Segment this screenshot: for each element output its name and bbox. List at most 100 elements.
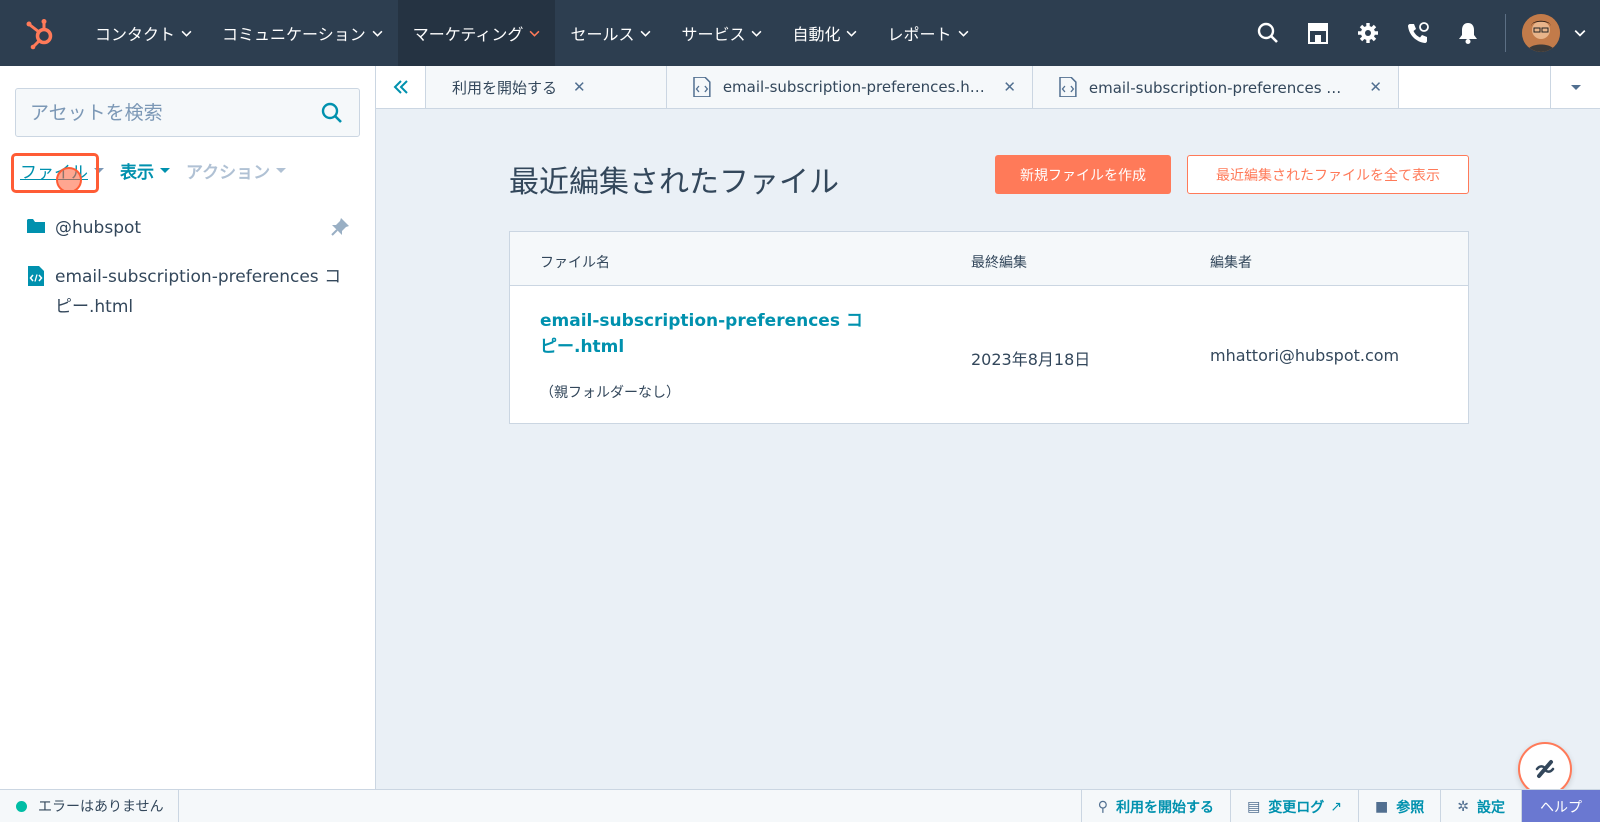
settings-link[interactable]: ✲ 設定 [1440, 790, 1521, 822]
tab-label: 利用を開始する [452, 78, 558, 97]
asset-sidebar: ファイル 表示 アクション @hubspot email-subscriptio… [0, 66, 376, 789]
create-new-file-button[interactable]: 新規ファイルを作成 [995, 155, 1171, 194]
hubspot-logo-icon[interactable] [0, 0, 80, 66]
help-widget-icon [1535, 760, 1555, 778]
tab-email-subscription-preferences[interactable]: email-subscription-preferences.ht... ✕ [667, 66, 1033, 108]
nav-item-label: サービス [681, 25, 746, 44]
help-button[interactable]: ヘルプ [1521, 790, 1600, 822]
tree-file-item[interactable]: email-subscription-preferences コピー.html [26, 262, 356, 322]
editor-email: mhattori@hubspot.com [1210, 346, 1400, 365]
reference-label: 参照 [1396, 799, 1425, 816]
external-link-icon: ↗ [1330, 798, 1343, 815]
caret-down-icon [1570, 84, 1581, 90]
view-all-recent-files-button[interactable]: 最近編集されたファイルを全て表示 [1187, 155, 1469, 194]
tab-label: email-subscription-preferences コ... [1088, 78, 1354, 97]
sidebar-toolbar: ファイル 表示 アクション [20, 158, 302, 183]
nav-item-automation[interactable]: 自動化 [777, 0, 872, 66]
column-header-file-name[interactable]: ファイル名 [540, 252, 610, 272]
book-icon: ■ [1375, 798, 1389, 815]
chevron-down-icon [847, 30, 857, 37]
asset-search-input[interactable] [16, 101, 306, 124]
asset-search [15, 88, 360, 137]
chevron-down-icon [529, 30, 540, 37]
column-header-editor[interactable]: 編集者 [1210, 252, 1252, 272]
calling-icon[interactable] [1393, 0, 1443, 66]
tree-folder-label: @hubspot [55, 218, 142, 238]
help-chat-button[interactable] [1518, 742, 1572, 796]
hubspot-sprocket-icon: ⚲ [1097, 798, 1109, 815]
tab-get-started[interactable]: 利用を開始する ✕ [426, 66, 667, 108]
nav-item-marketing[interactable]: マーケティング [397, 0, 556, 66]
table-row: email-subscription-preferences コピー.html … [510, 286, 1468, 424]
nav-item-reports[interactable]: レポート [872, 0, 983, 66]
notifications-icon[interactable] [1443, 0, 1493, 66]
code-file-icon [1059, 77, 1077, 97]
action-menu[interactable]: アクション [186, 158, 287, 183]
folder-icon [27, 219, 45, 233]
settings-icon[interactable] [1343, 0, 1393, 66]
nav-item-label: レポート [887, 25, 952, 44]
status-ok-icon [16, 800, 27, 812]
table-header: ファイル名 最終編集 編集者 [510, 232, 1468, 286]
nav-item-sales[interactable]: セールス [555, 0, 666, 66]
get-started-label: 利用を開始する [1116, 799, 1215, 816]
close-icon[interactable]: ✕ [573, 78, 586, 96]
changelog-link[interactable]: ▤ 変更ログ ↗ [1230, 790, 1358, 822]
file-name-link[interactable]: email-subscription-preferences コピー.html [540, 308, 870, 360]
nav-item-label: マーケティング [412, 25, 524, 44]
view-menu-label: 表示 [120, 163, 154, 183]
chevron-down-icon [752, 30, 762, 37]
chevron-down-icon [372, 30, 383, 37]
double-chevron-left-icon [393, 80, 408, 94]
file-menu[interactable]: ファイル [20, 158, 104, 183]
caret-down-icon [160, 168, 170, 173]
recent-files-table: ファイル名 最終編集 編集者 email-subscription-prefer… [509, 231, 1469, 424]
tab-label: email-subscription-preferences.ht... [722, 78, 988, 96]
avatar[interactable] [1522, 14, 1560, 52]
tab-spacer [1399, 66, 1550, 108]
status-text: エラーはありません [38, 799, 164, 815]
nav-item-service[interactable]: サービス [666, 0, 777, 66]
get-started-link[interactable]: ⚲ 利用を開始する [1080, 790, 1230, 822]
search-icon[interactable] [321, 102, 343, 124]
pin-icon[interactable] [329, 216, 351, 238]
file-menu-label: ファイル [20, 163, 88, 183]
editor-tabs: 利用を開始する ✕ email-subscription-preferences… [376, 66, 1600, 109]
tree-file-label: email-subscription-preferences コピー.html [55, 267, 342, 317]
nav-divider [1505, 14, 1506, 52]
close-icon[interactable]: ✕ [1003, 78, 1016, 96]
parent-folder-note: （親フォルダーなし） [540, 385, 680, 401]
nav-item-label: 自動化 [792, 25, 841, 44]
nav-item-label: コミュニケーション [222, 25, 366, 44]
chevron-down-icon [181, 30, 192, 37]
settings-label: 設定 [1477, 799, 1505, 816]
collapse-sidebar-button[interactable] [376, 66, 426, 108]
tab-email-subscription-preferences-copy[interactable]: email-subscription-preferences コ... ✕ [1033, 66, 1399, 108]
nav-item-contacts[interactable]: コンタクト [80, 0, 207, 66]
changelog-label: 変更ログ [1268, 799, 1325, 816]
page-title: 最近編集されたファイル [509, 165, 839, 200]
nav-item-communication[interactable]: コミュニケーション [207, 0, 398, 66]
gear-icon: ✲ [1457, 798, 1469, 815]
chevron-down-icon [958, 30, 968, 37]
status-bar: エラーはありません ⚲ 利用を開始する ▤ 変更ログ ↗ ■ 参照 ✲ 設定 ヘ… [0, 789, 1600, 822]
action-menu-label: アクション [186, 163, 271, 183]
nav-item-label: セールス [570, 25, 635, 44]
error-status[interactable]: エラーはありません [0, 789, 179, 822]
tree-folder-hubspot[interactable]: @hubspot [26, 218, 141, 238]
account-chevron-down-icon[interactable] [1560, 0, 1600, 66]
changelog-icon: ▤ [1247, 798, 1261, 815]
code-file-icon [28, 266, 44, 286]
marketplace-icon[interactable] [1293, 0, 1343, 66]
search-icon[interactable] [1243, 0, 1293, 66]
view-menu[interactable]: 表示 [120, 158, 170, 183]
help-label: ヘルプ [1540, 799, 1582, 816]
column-header-last-edited[interactable]: 最終編集 [971, 252, 1027, 272]
top-navigation: コンタクト コミュニケーション マーケティング セールス サービス 自動化 レポ… [0, 0, 1600, 66]
reference-link[interactable]: ■ 参照 [1358, 790, 1440, 822]
close-icon[interactable]: ✕ [1369, 78, 1382, 96]
caret-down-icon [94, 168, 104, 173]
chevron-down-icon [641, 30, 651, 37]
code-file-icon [693, 77, 711, 97]
tab-list-dropdown[interactable] [1550, 66, 1600, 108]
